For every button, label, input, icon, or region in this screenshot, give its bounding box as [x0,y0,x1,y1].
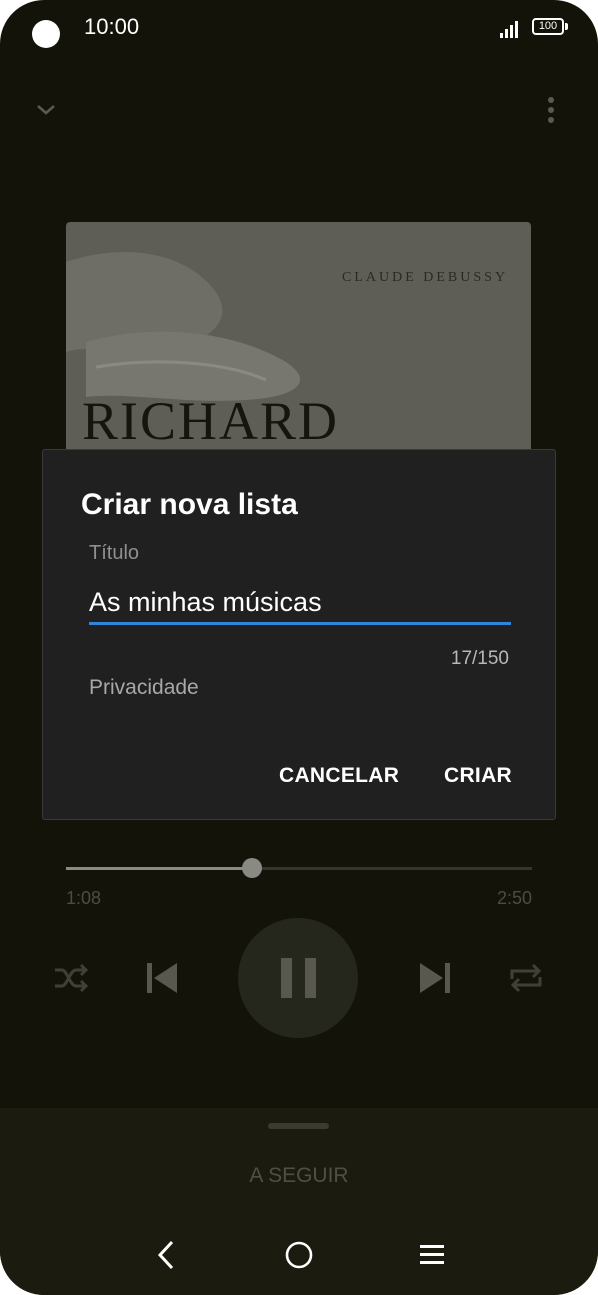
skip-previous-icon[interactable] [145,961,179,995]
phone-screen: 10:00 100 CLAUDE DEBUSSY RICHARD Criar n… [0,0,598,1295]
dialog-title: Criar nova lista [81,488,298,521]
front-camera [32,20,60,48]
album-composer: CLAUDE DEBUSSY [342,270,509,285]
album-title-text: RICHARD [82,391,340,451]
repeat-icon[interactable] [508,961,544,995]
status-time: 10:00 [84,14,140,39]
up-next-label[interactable]: A SEGUIR [0,1164,598,1188]
status-bar: 10:00 100 [0,0,598,56]
seek-bar-progress [66,867,253,870]
seek-bar-thumb[interactable] [242,858,263,878]
sheet-drag-handle[interactable] [268,1123,329,1129]
cancel-button[interactable]: CANCELAR [279,764,399,788]
char-counter: 17/150 [450,648,509,669]
playlist-title-input[interactable] [89,582,511,625]
battery-tip [565,23,568,30]
track-duration: 2:50 [496,888,532,908]
seek-bar[interactable] [66,858,532,878]
chevron-down-icon[interactable] [34,100,58,120]
create-playlist-dialog: Criar nova lista Título 17/150 Privacida… [42,449,556,820]
more-vert-icon[interactable] [542,96,560,126]
home-icon[interactable] [284,1240,314,1270]
pause-icon-bar-left [281,958,292,998]
pause-icon-bar-right [305,958,316,998]
pause-button[interactable] [238,918,358,1038]
back-icon[interactable] [154,1238,178,1272]
skip-next-icon[interactable] [418,961,452,995]
elapsed-time: 1:08 [66,888,102,908]
battery-icon: 100 [532,18,564,35]
up-next-sheet[interactable]: A SEGUIR [0,1108,598,1295]
create-button[interactable]: CRIAR [444,764,512,788]
title-field-label: Título [89,542,140,564]
signal-icon [500,20,522,38]
recents-icon[interactable] [418,1242,446,1268]
shuffle-icon[interactable] [52,962,90,994]
privacy-selector[interactable]: Privacidade [89,676,199,700]
